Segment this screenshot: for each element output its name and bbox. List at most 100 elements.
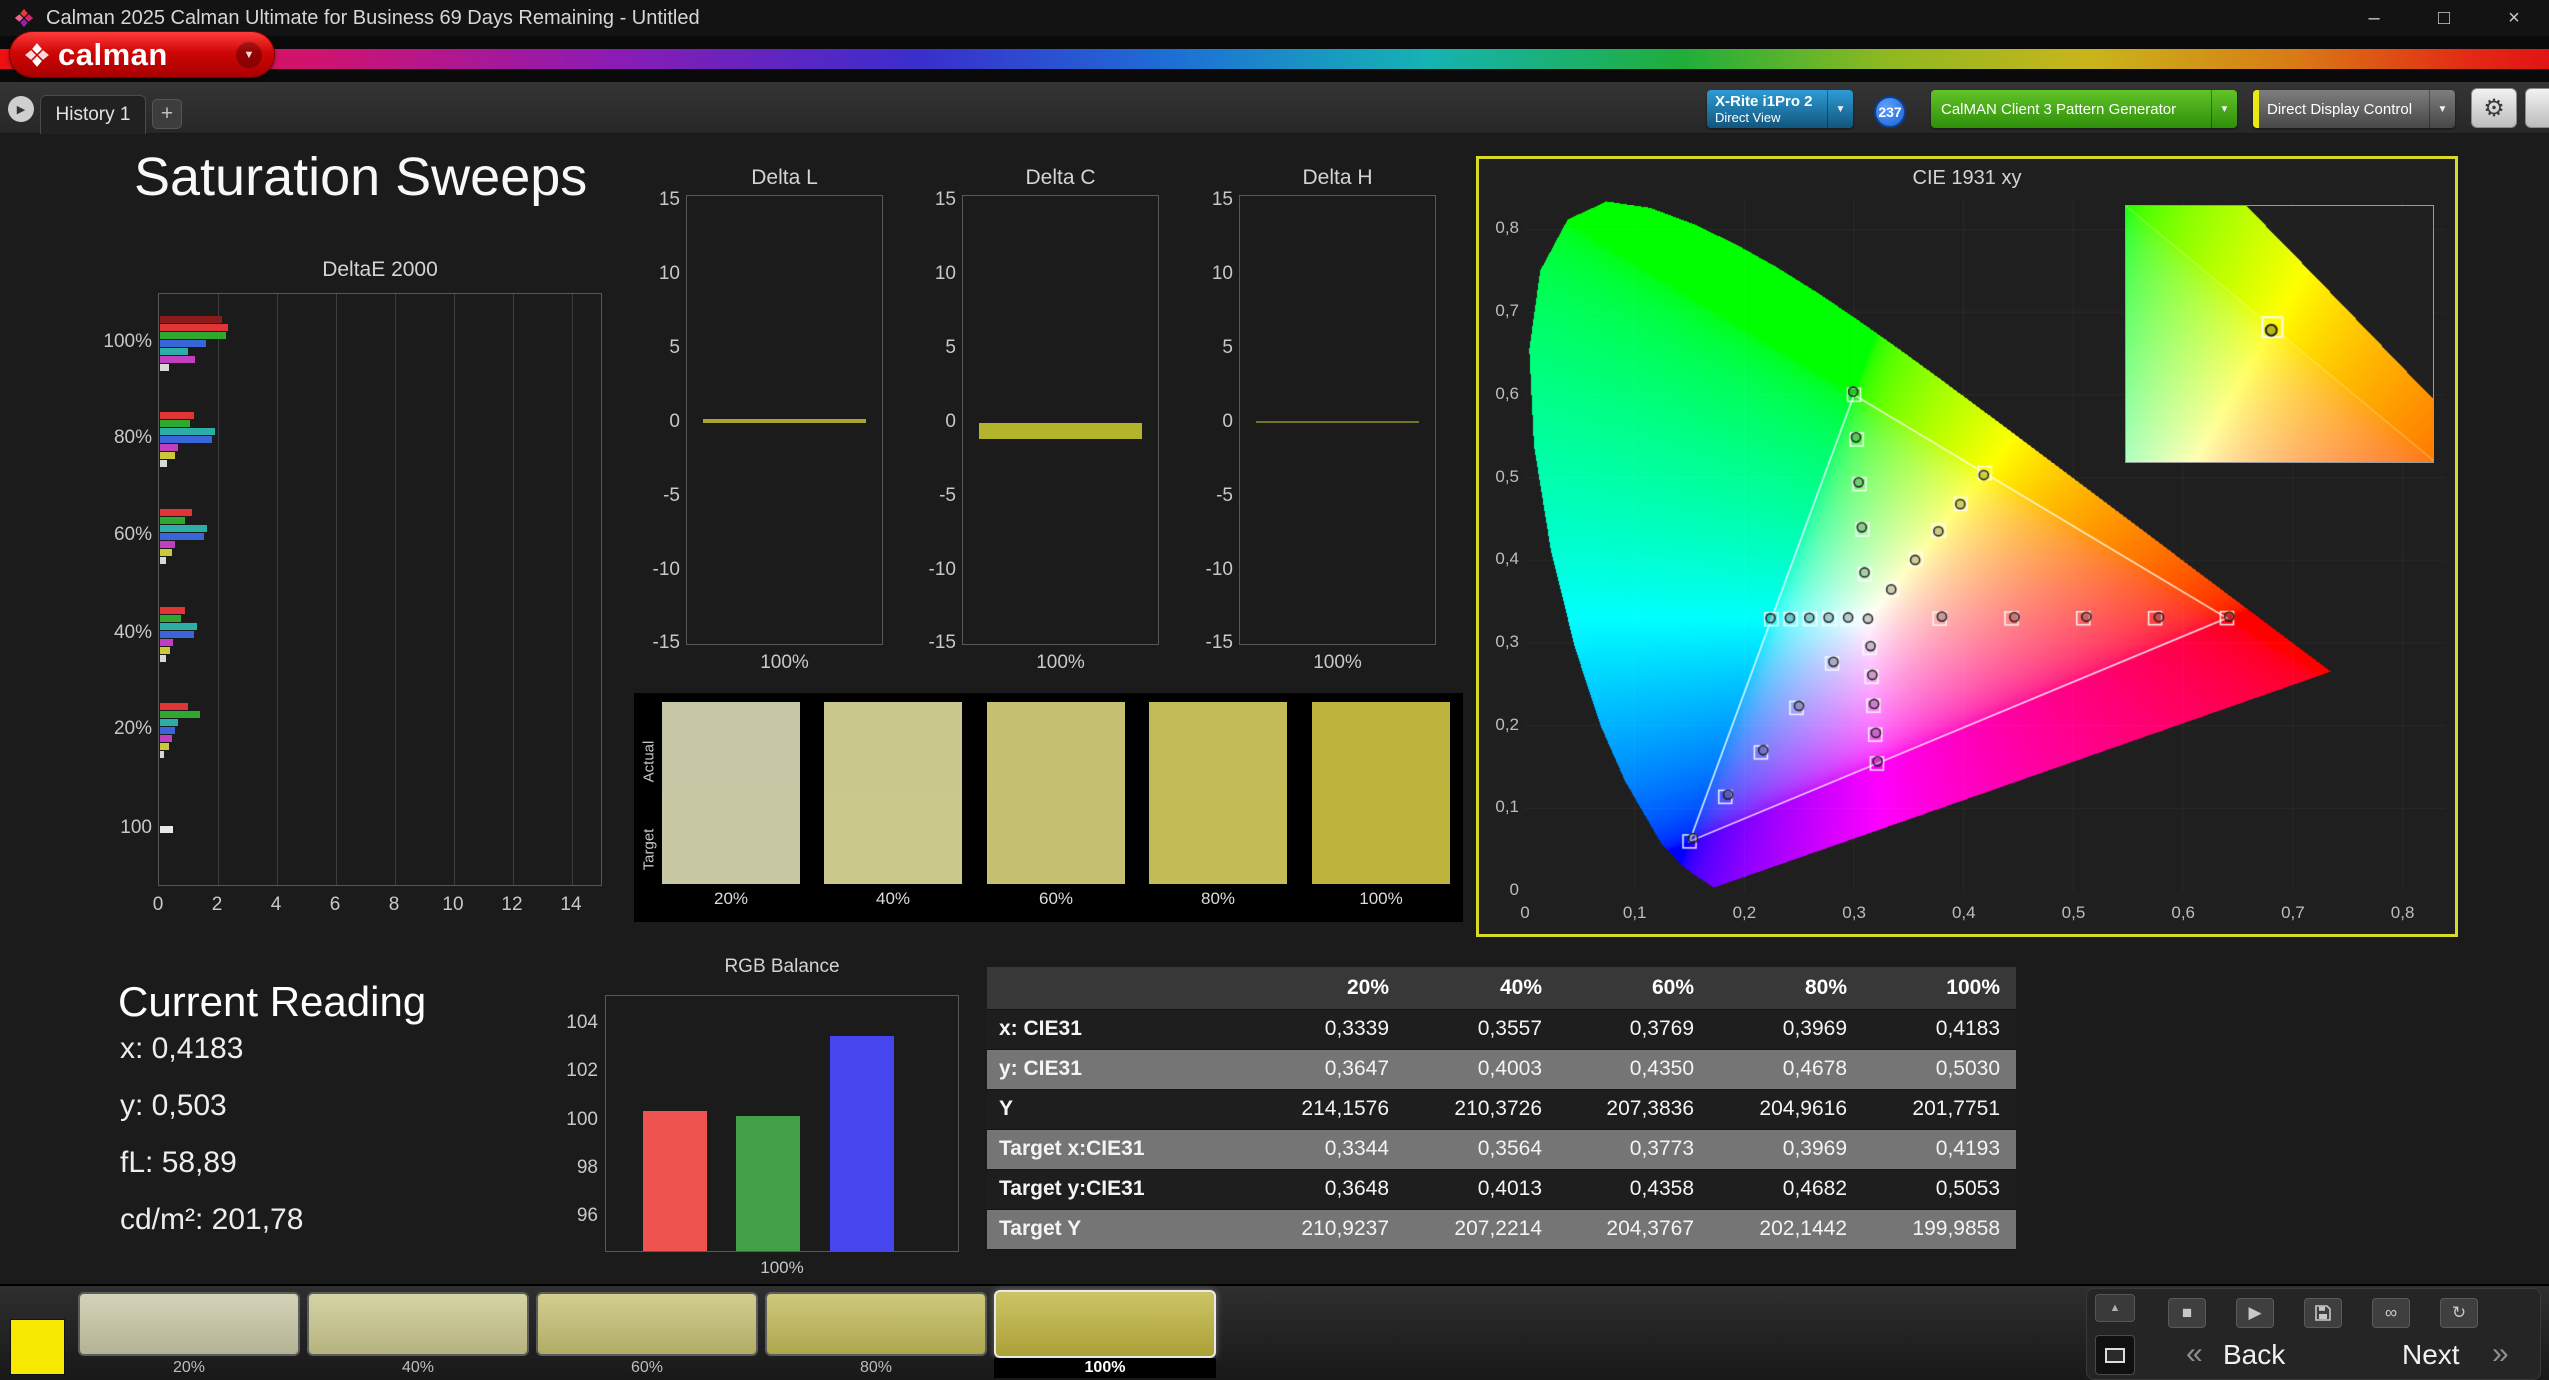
deltah-plot — [1239, 195, 1436, 645]
cie-chart-title: CIE 1931 xy — [1912, 167, 2022, 189]
minimize-button[interactable]: – — [2339, 0, 2409, 36]
deltaH-y-tick: -5 — [1216, 484, 1233, 506]
chevron-down-icon: ▼ — [2211, 90, 2237, 128]
tab-bar: ▶ History 1 + X-Rite i1Pro 2 Direct View… — [0, 82, 2549, 134]
gridline — [218, 294, 219, 885]
play-icon: ▶ — [2248, 1303, 2262, 1322]
deltae-bar — [160, 557, 166, 565]
meter-dropdown[interactable]: X-Rite i1Pro 2 Direct View ▼ — [1707, 90, 1853, 128]
saturation-patch-40%[interactable]: 40% — [307, 1292, 529, 1378]
rgb-bar-Green — [736, 1115, 800, 1251]
play-button[interactable]: ▶ — [2236, 1298, 2274, 1328]
save-button[interactable] — [2304, 1298, 2342, 1328]
link-icon: ∞ — [2384, 1303, 2398, 1322]
deltae-bar — [160, 533, 205, 541]
display-control-dropdown[interactable]: Direct Display Control ▼ — [2253, 90, 2455, 128]
deltae-bar — [160, 606, 186, 614]
table-cell: 0,4013 — [1405, 1169, 1558, 1210]
deltae-bar — [160, 622, 197, 630]
deltal-chart-title: Delta L — [751, 166, 818, 189]
saturation-patch-60%[interactable]: 60% — [536, 1292, 758, 1378]
table-cell: 214,1576 — [1252, 1089, 1405, 1130]
calman-menu-button[interactable]: calman ▼ — [10, 32, 274, 77]
deltaH-bar — [1255, 420, 1420, 423]
meter-count-badge[interactable]: 237 — [1874, 96, 1906, 128]
deltae-bar — [160, 509, 193, 517]
patch-label: 40% — [401, 1359, 435, 1376]
swatch-label: 100% — [1359, 889, 1403, 908]
deltae-y-tick: 100% — [103, 330, 152, 352]
deltae-bar — [160, 614, 181, 622]
saturation-patch-100%[interactable]: 100% — [994, 1290, 1216, 1378]
table-cell: 210,9237 — [1252, 1209, 1405, 1250]
refresh-button[interactable]: ↻ — [2440, 1298, 2478, 1328]
swatch-label: 80% — [1200, 889, 1236, 908]
patch-swatch — [994, 1290, 1216, 1358]
table-cell: 0,3969 — [1710, 1129, 1863, 1170]
pattern-generator-label: CalMAN Client 3 Pattern Generator — [1941, 100, 2177, 118]
cie-inset-magnifier — [2125, 205, 2434, 463]
deltae-y-tick: 100 — [120, 817, 152, 839]
cie-x-tick: 0,3 — [1842, 903, 1866, 922]
next-button[interactable]: Next — [2402, 1339, 2460, 1371]
deltah-chart-title: Delta H — [1302, 166, 1373, 189]
pattern-generator-dropdown[interactable]: CalMAN Client 3 Pattern Generator ▼ — [1931, 90, 2237, 128]
table-cell: 0,3773 — [1558, 1129, 1710, 1170]
deltaH-y-tick: 5 — [1222, 336, 1233, 358]
swatch-actual-20% — [662, 702, 800, 793]
deltaC-y-tick: -5 — [939, 484, 956, 506]
deltae-bar — [160, 323, 228, 331]
calman-window: Calman 2025 Calman Ultimate for Business… — [0, 0, 2549, 1380]
deltae-bar — [160, 339, 206, 347]
target-row-label: Target — [640, 828, 658, 871]
collapse-button[interactable]: ▲ — [2095, 1294, 2135, 1322]
close-button[interactable]: × — [2479, 0, 2549, 36]
table-cell: 210,3726 — [1405, 1089, 1558, 1130]
table-row: x: CIE31 0,3339 0,3557 0,3769 0,3969 0,4183 — [987, 1009, 2016, 1050]
window-title: Calman 2025 Calman Ultimate for Business… — [46, 7, 700, 29]
row-label: Target Y — [987, 1209, 1252, 1250]
deltae-x-tick: 14 — [560, 894, 582, 915]
deltae-x-tick: 12 — [501, 894, 523, 915]
calman-logo-icon — [25, 42, 49, 67]
gridline — [513, 294, 514, 885]
patch-swatch — [536, 1292, 758, 1356]
pattern-window-icon — [2105, 1347, 2125, 1363]
table-cell: 0,3564 — [1405, 1129, 1558, 1170]
deltaH-y-tick: 10 — [1211, 263, 1233, 285]
history-nav-button[interactable]: ▶ — [8, 96, 34, 122]
rgb-balance-title: RGB Balance — [724, 956, 840, 977]
pattern-window-button[interactable] — [2095, 1335, 2135, 1375]
table-cell: 0,5030 — [1863, 1049, 2016, 1090]
gridline — [395, 294, 396, 885]
table-cell: 0,4350 — [1558, 1049, 1710, 1090]
tab-history-1[interactable]: History 1 — [40, 95, 146, 134]
deltaL-y-tick: 15 — [658, 189, 680, 211]
gridline — [336, 294, 337, 885]
current-reading-value: y: 0,503 — [120, 1089, 227, 1122]
swatch-label: 20% — [713, 889, 749, 908]
table-cell: 0,3647 — [1252, 1049, 1405, 1090]
table-cell: 204,9616 — [1710, 1089, 1863, 1130]
current-reading-title: Current Reading — [118, 978, 427, 1025]
deltah-y-axis: 15 10 5 0 -5 -10 -15 — [1183, 189, 1233, 653]
deltah-x-label: 100% — [1313, 652, 1362, 673]
saturation-patch-80%[interactable]: 80% — [765, 1292, 987, 1378]
saturation-patch-20%[interactable]: 20% — [78, 1292, 300, 1378]
deltaL-y-tick: -5 — [663, 484, 680, 506]
stop-button[interactable]: ■ — [2168, 1298, 2206, 1328]
side-panel-button[interactable] — [2525, 88, 2549, 128]
link-button[interactable]: ∞ — [2372, 1298, 2410, 1328]
cie-panel: CIE 1931 xy 0 0,1 0,2 0,3 0,4 0,5 0,6 0,7 0,8 00… — [1476, 156, 2458, 937]
row-label: Target x:CIE31 — [987, 1129, 1252, 1170]
maximize-button[interactable]: □ — [2409, 0, 2479, 36]
patch-swatch — [78, 1292, 300, 1356]
settings-button[interactable]: ⚙ — [2471, 88, 2517, 128]
deltae-bar — [160, 517, 186, 525]
back-button[interactable]: Back — [2223, 1339, 2285, 1371]
deltae-chart-title: DeltaE 2000 — [322, 258, 438, 281]
add-tab-button[interactable]: + — [152, 99, 182, 129]
table-row: Target x:CIE31 0,3344 0,3564 0,3773 0,3969 0,… — [987, 1129, 2016, 1170]
table-cell: 202,1442 — [1710, 1209, 1863, 1250]
cie-x-tick: 0 — [1520, 903, 1530, 922]
